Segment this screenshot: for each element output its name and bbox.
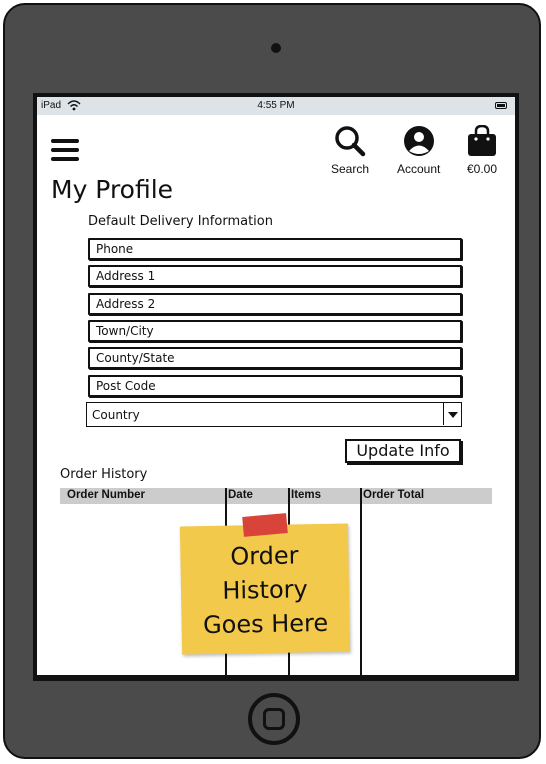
camera-dot [271, 43, 281, 53]
screen: iPad 4:55 PM Search Account €0.00 My Pro… [33, 93, 519, 681]
status-bar: iPad 4:55 PM [37, 97, 515, 115]
search-label: Search [331, 162, 370, 176]
column-order-total: Order Total [363, 489, 425, 501]
account-button[interactable]: Account [397, 125, 440, 176]
account-icon [403, 126, 434, 156]
column-order-number: Order Number [67, 489, 145, 501]
table-bottom-border [37, 675, 515, 677]
town-city-field[interactable]: Town/City [88, 320, 462, 342]
cart-total: €0.00 [466, 162, 498, 176]
county-state-field[interactable]: County/State [88, 347, 462, 369]
country-select-value: Country [92, 408, 140, 422]
address2-field[interactable]: Address 2 [88, 293, 462, 315]
order-history-header: Order Number Date Items Order Total [60, 488, 492, 504]
column-items: Items [291, 489, 322, 501]
placeholder-text: Order History Goes Here [202, 541, 329, 640]
cart-button[interactable]: €0.00 [465, 124, 499, 176]
phone-field[interactable]: Phone [88, 238, 462, 260]
shopping-bag-icon [468, 124, 496, 156]
address1-field[interactable]: Address 1 [88, 265, 462, 287]
chevron-down-icon[interactable] [443, 403, 461, 425]
home-button[interactable] [248, 693, 300, 745]
page-title: My Profile [51, 175, 174, 204]
tablet-frame: iPad 4:55 PM Search Account €0.00 My Pro… [3, 3, 541, 759]
order-history-placeholder-note: Order History Goes Here [179, 523, 351, 655]
account-label: Account [397, 162, 441, 176]
column-divider [360, 488, 362, 677]
menu-icon[interactable] [51, 137, 81, 163]
status-time: 4:55 PM [257, 100, 295, 111]
order-history-label: Order History [60, 467, 148, 482]
search-button[interactable]: Search [331, 125, 369, 176]
home-square-icon [263, 708, 285, 730]
search-icon [335, 126, 366, 157]
post-code-field[interactable]: Post Code [88, 375, 462, 397]
tape-strip [242, 513, 288, 537]
delivery-section-label: Default Delivery Information [88, 214, 273, 229]
update-info-button[interactable]: Update Info [345, 439, 461, 463]
battery-icon [495, 102, 507, 109]
country-select[interactable]: Country [86, 402, 462, 427]
column-date: Date [228, 489, 253, 501]
